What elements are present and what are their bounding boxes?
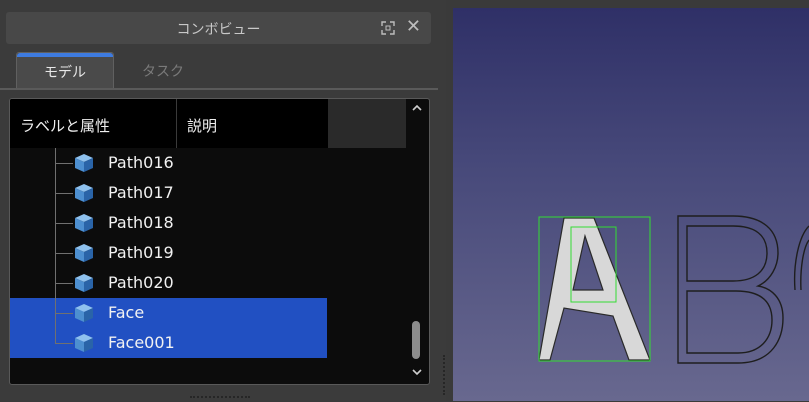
tree-connector <box>55 343 73 344</box>
tab-task[interactable]: タスク <box>115 52 211 88</box>
tab-task-label: タスク <box>142 64 184 80</box>
tree-branch-line <box>55 328 56 343</box>
part-cube-icon <box>75 244 93 262</box>
header-filler <box>328 99 406 148</box>
column-header-description[interactable]: 説明 <box>187 115 217 136</box>
tree-connector <box>55 283 73 284</box>
tree-item-label: Path018 <box>108 213 174 232</box>
tree-item-face001[interactable]: Face001 <box>10 328 327 358</box>
tree-item-label: Path017 <box>108 183 174 202</box>
tab-baseline <box>0 88 438 90</box>
tab-bar: モデル タスク <box>0 48 446 90</box>
part-cube-icon <box>75 214 93 232</box>
part-cube-icon <box>75 154 93 172</box>
combo-view-title-bar[interactable]: コンボビュー ✕ <box>6 12 431 44</box>
tree-item-label: Path016 <box>108 153 174 172</box>
tree-item-label: Path019 <box>108 243 174 262</box>
3d-viewport[interactable] <box>453 8 809 401</box>
part-cube-icon <box>75 184 93 202</box>
tab-model-label: モデル <box>44 65 86 81</box>
tree-item-label: Path020 <box>108 273 174 292</box>
tree-body: Path016 Path017 Path018 Path019 Path020 … <box>10 148 406 384</box>
tree-item-face[interactable]: Face <box>10 298 327 328</box>
active-tab-indicator <box>17 53 113 57</box>
part-cube-icon <box>75 304 93 322</box>
tree-connector <box>55 223 73 224</box>
column-divider[interactable] <box>176 99 177 148</box>
tree-connector <box>55 163 73 164</box>
model-tree[interactable]: ラベルと属性 説明 Path016 Path017 Path018 Path01… <box>9 98 430 385</box>
tree-item-path018[interactable]: Path018 <box>10 208 327 238</box>
tree-item-path017[interactable]: Path017 <box>10 178 327 208</box>
tree-connector <box>55 313 73 314</box>
tree-connector <box>55 253 73 254</box>
glyph-b-outline <box>677 215 784 364</box>
glyph-a-face[interactable] <box>538 217 651 361</box>
glyph-c-outline <box>793 225 809 291</box>
panel-resize-grip[interactable] <box>190 396 250 402</box>
tree-header: ラベルと属性 説明 <box>10 99 406 148</box>
chevron-up-icon[interactable] <box>410 101 424 115</box>
float-window-icon[interactable] <box>381 21 395 35</box>
tree-item-label: Face <box>108 303 145 322</box>
part-cube-icon <box>75 334 93 352</box>
close-icon[interactable]: ✕ <box>406 17 421 37</box>
combo-view-title: コンボビュー <box>176 22 261 38</box>
tab-model[interactable]: モデル <box>16 52 114 89</box>
tree-item-label: Face001 <box>108 333 175 352</box>
tree-connector <box>55 193 73 194</box>
combo-view-panel: コンボビュー ✕ モデル タスク ラベルと属性 説明 Path016 Path0… <box>0 0 446 401</box>
tree-item-path019[interactable]: Path019 <box>10 238 327 268</box>
viewport-scene <box>538 215 809 364</box>
scrollbar-thumb[interactable] <box>412 321 420 359</box>
chevron-down-icon[interactable] <box>410 365 424 379</box>
column-header-label[interactable]: ラベルと属性 <box>20 115 110 136</box>
panel-splitter[interactable] <box>443 355 448 395</box>
part-cube-icon <box>75 274 93 292</box>
tree-item-path016[interactable]: Path016 <box>10 148 327 178</box>
tree-item-path020[interactable]: Path020 <box>10 268 327 298</box>
